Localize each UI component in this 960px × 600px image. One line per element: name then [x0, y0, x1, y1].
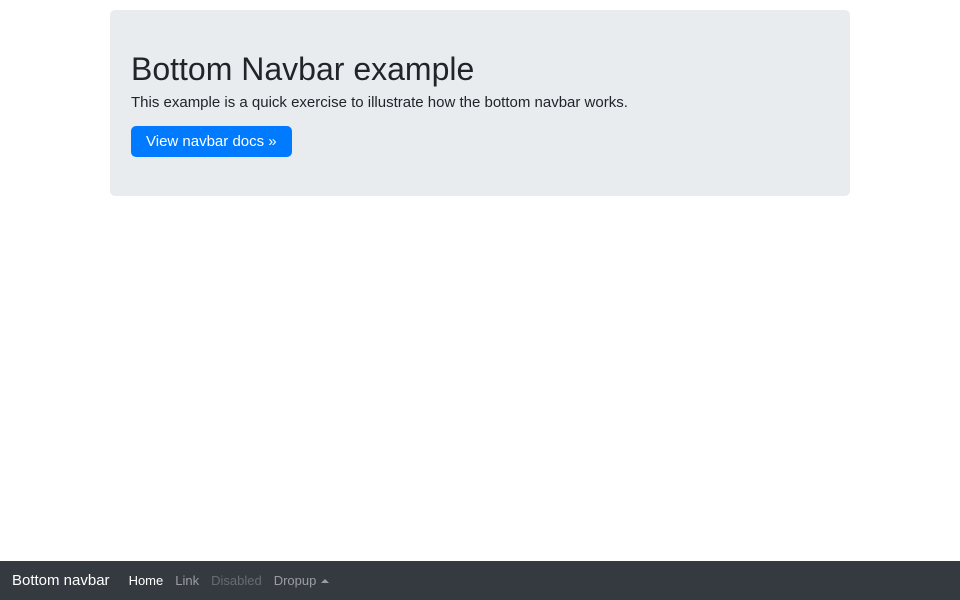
navbar-nav: Home Link Disabled Dropup: [123, 571, 336, 590]
caret-up-icon: [321, 579, 329, 583]
nav-item-dropup-label: Dropup: [274, 573, 317, 588]
nav-item-link[interactable]: Link: [169, 571, 205, 590]
nav-item-dropup-toggle[interactable]: Dropup: [268, 571, 336, 590]
bottom-navbar: Bottom navbar Home Link Disabled Dropup: [0, 561, 960, 600]
view-navbar-docs-button[interactable]: View navbar docs »: [131, 126, 292, 157]
page-description: This example is a quick exercise to illu…: [131, 92, 829, 115]
nav-item-home[interactable]: Home: [123, 571, 170, 590]
jumbotron: Bottom Navbar example This example is a …: [110, 10, 850, 196]
nav-item: Dropup: [268, 571, 336, 590]
nav-item: Disabled: [205, 571, 268, 590]
page-title: Bottom Navbar example: [131, 50, 829, 88]
nav-item: Home: [123, 571, 170, 590]
main-content: Bottom Navbar example This example is a …: [110, 0, 850, 196]
nav-item-disabled: Disabled: [205, 571, 268, 590]
navbar-brand[interactable]: Bottom navbar: [12, 572, 110, 589]
nav-item: Link: [169, 571, 205, 590]
